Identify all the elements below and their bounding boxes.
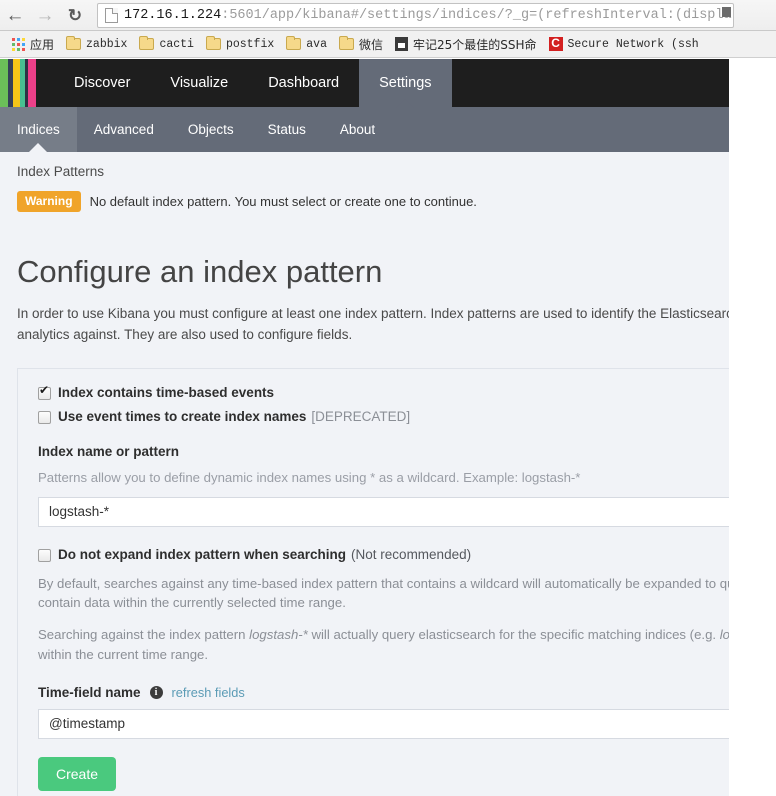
subnav-item-indices[interactable]: Indices [0,107,77,152]
nav-item-settings[interactable]: Settings [359,59,452,107]
bookmark-apps[interactable]: 应用 [6,34,60,55]
index-name-help: Patterns allow you to define dynamic ind… [38,469,581,485]
folder-icon [66,36,82,50]
url-path: :5601/app/kibana#/settings/indices/?_g=(… [221,8,732,23]
time-field-row: Time-field name i refresh fields [38,685,729,700]
checkbox-label: Use event times to create index names [58,408,307,424]
folder-icon [205,36,221,50]
nav-label: Dashboard [268,75,340,91]
subnav-label: About [339,122,376,137]
subnav-label: Indices [17,122,60,137]
arrow-right-icon: → [35,4,55,26]
back-button[interactable]: ← [0,0,30,30]
bookmark-label: postfix [225,37,275,51]
index-name-input[interactable]: logstash-* [38,496,729,527]
url-overflow-marker [722,7,731,17]
kibana-app: Discover Visualize Dashboard Settings In… [0,59,729,796]
help-example-emphasis: logstash-2015.12.21 [719,627,729,643]
time-field-label: Time-field name [38,684,141,700]
bookmark-wechat[interactable]: 微信 [333,34,389,55]
main-nav-items: Discover Visualize Dashboard Settings [54,59,452,107]
page-info-icon[interactable] [105,8,118,23]
help-text-part: will actually query elasticsearch for th… [307,627,720,643]
time-field-select[interactable]: @timestamp [38,708,729,739]
apps-grid-icon [12,37,25,51]
folder-icon [338,36,354,50]
bookmark-postfix[interactable]: postfix [200,34,280,55]
bookmark-label: zabbix [86,37,128,51]
subnav-item-status[interactable]: Status [251,107,323,152]
help-pattern-emphasis: logstash-* [249,627,308,643]
subnav-item-objects[interactable]: Objects [171,107,251,152]
breadcrumb: Index Patterns [17,164,105,179]
url-text: 172.16.1.224:5601/app/kibana#/settings/i… [124,8,732,23]
status-badge: Warning [17,191,81,212]
address-bar[interactable]: 172.16.1.224:5601/app/kibana#/settings/i… [97,3,734,28]
kibana-logo [0,59,36,107]
url-host: 172.16.1.224 [124,8,222,23]
bookmark-secure-network[interactable]: C Secure Network (ssh [543,34,705,55]
index-name-label: Index name or pattern [38,443,180,459]
bookmarks-bar: 应用 zabbix cacti postfix ava 微信 牢记25个最佳的S… [0,31,776,58]
folder-icon [286,36,302,50]
forward-button[interactable]: → [30,0,60,30]
index-pattern-form: Index contains time-based events Use eve… [17,367,729,796]
settings-subnav: Indices Advanced Objects Status About [0,107,729,152]
bookmark-label: Secure Network (ssh [567,37,699,51]
page-title: Configure an index pattern [17,254,383,289]
bookmark-ssh-tips[interactable]: 牢记25个最佳的SSH命 [389,34,543,55]
deprecated-tag: [DEPRECATED] [311,408,411,424]
warning-banner: Warning No default index pattern. You mu… [0,179,729,224]
c-logo-icon: C [548,37,563,51]
nav-label: Settings [379,75,432,91]
reload-button[interactable]: ↻ [60,0,90,30]
arrow-left-icon: ← [5,4,25,26]
checkbox-label: Index contains time-based events [58,384,275,400]
subnav-item-about[interactable]: About [323,107,392,152]
no-expand-help-secondary: Searching against the index pattern logs… [38,625,729,665]
bookmark-label: 牢记25个最佳的SSH命 [413,37,537,52]
subnav-label: Status [267,122,306,137]
bookmark-label: ava [306,37,327,51]
page-intro: In order to use Kibana you must configur… [17,306,729,342]
subnav-item-advanced[interactable]: Advanced [77,107,171,152]
checkbox-time-based-events[interactable] [38,384,51,400]
not-recommended-tag: (Not recommended) [351,546,472,562]
bookmark-label: 微信 [358,37,383,52]
bookmark-zabbix[interactable]: zabbix [60,34,133,55]
nav-item-discover[interactable]: Discover [54,59,150,107]
main-navbar: Discover Visualize Dashboard Settings [0,59,729,107]
nav-item-dashboard[interactable]: Dashboard [248,59,359,107]
field-event-times[interactable]: Use event times to create index names [D… [38,409,729,424]
bookmark-label: 应用 [30,37,55,52]
nav-label: Discover [74,75,131,91]
refresh-fields-link[interactable]: refresh fields [172,685,245,700]
field-no-expand[interactable]: Do not expand index pattern when searchi… [38,547,729,562]
warning-message: No default index pattern. You must selec… [89,194,477,209]
reload-icon: ↻ [67,5,83,25]
folder-icon [139,36,155,50]
bookmark-cacti[interactable]: cacti [133,34,200,55]
checkbox-event-times[interactable] [38,410,51,424]
subnav-label: Objects [187,122,234,137]
no-expand-help: By default, searches against any time-ba… [38,575,729,611]
bookmark-label: cacti [159,37,194,51]
page-content: Index Patterns Warning No default index … [0,152,729,796]
nav-item-visualize[interactable]: Visualize [150,59,248,107]
field-time-based-events[interactable]: Index contains time-based events [38,384,729,400]
document-icon [395,37,408,51]
create-button[interactable]: Create [38,756,117,791]
bookmark-ava[interactable]: ava [280,34,333,55]
checkbox-no-expand[interactable] [38,548,51,562]
checkbox-label: Do not expand index pattern when searchi… [58,546,347,562]
info-icon[interactable]: i [149,685,163,699]
nav-label: Visualize [170,75,229,91]
help-text-part: Searching against the index pattern [38,627,250,643]
subnav-label: Advanced [93,122,154,137]
